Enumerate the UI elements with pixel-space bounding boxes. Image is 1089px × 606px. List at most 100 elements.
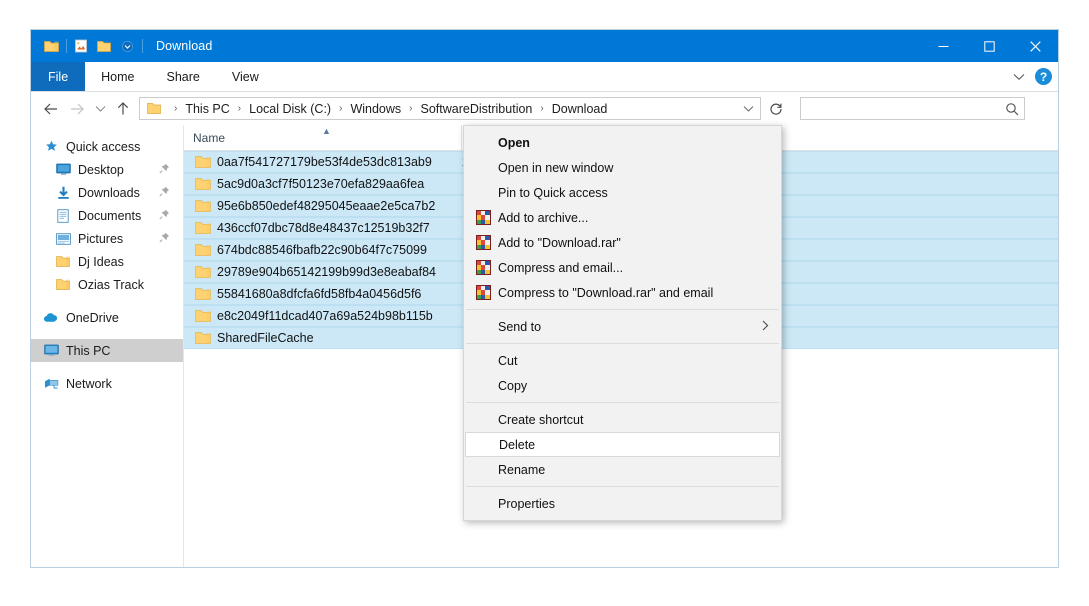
ribbon-chevron-down-icon[interactable]	[1010, 68, 1028, 86]
help-icon[interactable]: ?	[1035, 68, 1052, 85]
maximize-button[interactable]	[966, 30, 1012, 62]
sidebar-item-desktop[interactable]: Desktop	[31, 158, 183, 181]
context-menu-item-delete[interactable]: Delete	[465, 432, 780, 457]
context-menu-item-open-in-new-window[interactable]: Open in new window	[464, 155, 781, 180]
sidebar-label-quick-access: Quick access	[66, 139, 141, 154]
tab-home[interactable]: Home	[85, 62, 150, 91]
context-menu-item-properties[interactable]: Properties	[464, 491, 781, 516]
context-menu-item-copy[interactable]: Copy	[464, 373, 781, 398]
context-menu-label-compress-and-email: Compress and email...	[498, 260, 624, 275]
file-name: 5ac9d0a3cf7f50123e70efa829aa6fea	[217, 177, 425, 191]
up-button[interactable]	[110, 96, 136, 122]
column-header-name[interactable]: Name ▲	[184, 125, 462, 150]
network-icon	[41, 378, 61, 390]
sidebar-label-ozias-track: Ozias Track	[78, 277, 144, 292]
breadcrumb-item-windows[interactable]: Windows	[349, 102, 402, 116]
context-menu-item-add-to-archive[interactable]: Add to archive...	[464, 205, 781, 230]
pictures-icon	[53, 232, 73, 245]
properties-icon[interactable]	[70, 35, 92, 57]
folder-icon	[191, 155, 214, 169]
sidebar-label-documents: Documents	[78, 208, 142, 223]
sidebar-item-network[interactable]: Network	[31, 372, 183, 395]
context-menu-label-rename: Rename	[498, 462, 546, 477]
search-icon[interactable]	[1000, 102, 1024, 116]
sidebar-label-this-pc: This PC	[66, 343, 111, 358]
address-chevron-down-icon[interactable]	[736, 98, 760, 119]
context-menu-item-create-shortcut[interactable]: Create shortcut	[464, 407, 781, 432]
breadcrumb-separator-4: ›	[540, 103, 544, 114]
context-menu-item-add-to-download-rar[interactable]: Add to "Download.rar"	[464, 230, 781, 255]
file-name: e8c2049f11dcad407a69a524b98b115b	[217, 309, 433, 323]
tab-view[interactable]: View	[216, 62, 275, 91]
folder-icon	[191, 265, 214, 279]
folder-icon-ozias-track	[53, 278, 73, 291]
refresh-icon[interactable]	[763, 97, 789, 120]
sidebar-label-downloads: Downloads	[78, 185, 140, 200]
minimize-button[interactable]	[920, 30, 966, 62]
breadcrumb-item-download[interactable]: Download	[551, 102, 609, 116]
forward-button[interactable]	[64, 96, 90, 122]
chevron-right-icon	[762, 320, 769, 334]
screen: Download File Home Share View ? › This P…	[0, 0, 1089, 606]
toolbar-separator	[66, 39, 67, 53]
new-folder-icon[interactable]	[93, 35, 115, 57]
tab-file[interactable]: File	[31, 62, 86, 91]
context-menu-item-compress-and-email[interactable]: Compress and email...	[464, 255, 781, 280]
folder-icon[interactable]	[40, 35, 62, 57]
sidebar-label-network: Network	[66, 376, 112, 391]
context-menu-label-open-in-new-window: Open in new window	[498, 160, 614, 175]
pin-icon-desktop[interactable]	[159, 161, 170, 179]
search-input[interactable]	[801, 100, 1000, 117]
context-menu-separator-1	[466, 309, 779, 310]
quick-access-chevron-down-icon[interactable]	[116, 35, 138, 57]
title-bar: Download	[31, 30, 1058, 62]
pin-icon-downloads[interactable]	[159, 184, 170, 202]
context-menu-label-create-shortcut: Create shortcut	[498, 412, 584, 427]
breadcrumb-item-softwaredistribution[interactable]: SoftwareDistribution	[420, 102, 534, 116]
address-field[interactable]: › This PC › Local Disk (C:) › Windows › …	[139, 97, 761, 120]
file-name: 436ccf07dbc78d8e48437c12519b32f7	[217, 221, 430, 235]
context-menu-label-send-to: Send to	[498, 319, 542, 334]
context-menu-separator-4	[466, 486, 779, 487]
navigation-pane: Quick access Desktop Downloads Documents…	[31, 125, 183, 567]
folder-icon-dj-ideas	[53, 255, 73, 268]
sidebar-item-pictures[interactable]: Pictures	[31, 227, 183, 250]
pin-icon-pictures[interactable]	[159, 230, 170, 248]
breadcrumb-item-local-disk[interactable]: Local Disk (C:)	[248, 102, 332, 116]
sidebar-item-this-pc[interactable]: This PC	[31, 339, 183, 362]
winrar-icon	[468, 210, 498, 225]
window-title: Download	[156, 39, 213, 53]
search-box[interactable]	[800, 97, 1025, 120]
file-name: 29789e904b65142199b99d3e8eabaf84	[217, 265, 436, 279]
context-menu-item-compress-to-download-rar-and-email[interactable]: Compress to "Download.rar" and email	[464, 280, 781, 305]
tab-share[interactable]: Share	[151, 62, 216, 91]
back-button[interactable]	[38, 96, 64, 122]
window-controls	[920, 30, 1058, 62]
documents-icon	[53, 208, 73, 223]
toolbar-separator-2	[142, 39, 143, 53]
context-menu-item-rename[interactable]: Rename	[464, 457, 781, 482]
pin-icon-documents[interactable]	[159, 207, 170, 225]
sidebar-item-onedrive[interactable]: OneDrive	[31, 306, 183, 329]
sidebar-item-quick-access[interactable]: Quick access	[31, 135, 183, 158]
breadcrumb: › This PC › Local Disk (C:) › Windows › …	[167, 102, 608, 116]
context-menu-item-open[interactable]: Open	[464, 130, 781, 155]
context-menu-item-pin-to-quick-access[interactable]: Pin to Quick access	[464, 180, 781, 205]
sidebar-item-downloads[interactable]: Downloads	[31, 181, 183, 204]
context-menu-label-add-to-download-rar: Add to "Download.rar"	[498, 235, 621, 250]
sidebar-item-dj-ideas[interactable]: Dj Ideas	[31, 250, 183, 273]
context-menu-item-cut[interactable]: Cut	[464, 348, 781, 373]
context-menu-item-send-to[interactable]: Send to	[464, 314, 781, 339]
sidebar-label-onedrive: OneDrive	[66, 310, 119, 325]
recent-locations-chevron-down-icon[interactable]	[90, 96, 110, 122]
close-button[interactable]	[1012, 30, 1058, 62]
sidebar-item-documents[interactable]: Documents	[31, 204, 183, 227]
breadcrumb-item-this-pc[interactable]: This PC	[184, 102, 230, 116]
downloads-icon	[53, 186, 73, 200]
winrar-icon	[468, 285, 498, 300]
folder-icon	[191, 309, 214, 323]
sidebar-item-ozias-track[interactable]: Ozias Track	[31, 273, 183, 296]
